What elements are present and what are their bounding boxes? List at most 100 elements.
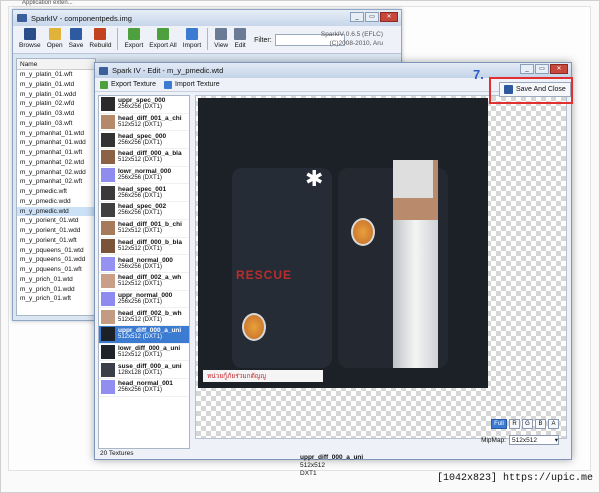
texture-dimensions: 512x512 (DXT1) xyxy=(118,281,163,288)
texture-list-item[interactable]: head_diff_001_a_chi 512x512 (DXT1) xyxy=(99,114,189,132)
texture-list-item[interactable]: head_spec_000 256x256 (DXT1) xyxy=(99,131,189,150)
browse-button[interactable]: Browse xyxy=(17,28,43,49)
export-icon xyxy=(127,28,140,40)
texture-list-item[interactable]: head_normal_001 256x256 (DXT1) xyxy=(99,379,189,397)
file-list-item[interactable]: m_y_platin_01.wtd xyxy=(17,80,95,90)
texture-dimensions: 256x256 (DXT1) xyxy=(118,263,163,270)
file-list-item[interactable]: m_y_prich_01.wft xyxy=(17,294,95,304)
texture-name: head_diff_002_a_wh xyxy=(118,274,182,282)
texture-thumbnail xyxy=(101,168,115,183)
mipmap-select[interactable]: 512x512 ▾ xyxy=(509,435,559,445)
edit-minimize-button[interactable]: _ xyxy=(520,64,534,74)
texture-dimensions: 512x512 (DXT1) xyxy=(118,351,163,358)
file-list-item[interactable]: m_y_platin_02.wfd xyxy=(17,99,95,109)
texture-list-item[interactable]: head_diff_000_b_bla 512x512 (DXT1) xyxy=(99,238,189,256)
mipmap-control: MipMap: 512x512 ▾ xyxy=(481,435,559,445)
file-list-item[interactable]: m_y_platin_01.wdd xyxy=(17,90,95,100)
texture-list-item[interactable]: head_normal_000 256x256 (DXT1) xyxy=(99,255,189,273)
channel-r-button[interactable]: R xyxy=(509,419,520,429)
edit-maximize-button[interactable]: ▭ xyxy=(535,64,549,74)
file-list-item[interactable]: m_y_pmanhat_02.wdd xyxy=(17,168,95,178)
rebuild-button[interactable]: Rebuild xyxy=(87,28,113,49)
minimize-button[interactable]: _ xyxy=(350,12,364,22)
file-list[interactable]: Name m_y_platin_01.wft m_y_platin_01.wtd m… xyxy=(16,58,96,316)
texture-list-item[interactable]: head_diff_000_a_bla 512x512 (DXT1) xyxy=(99,149,189,167)
file-list-item[interactable]: m_y_pmanhat_01.wdd xyxy=(17,138,95,148)
file-list-item[interactable]: m_y_pmedic.wft xyxy=(17,187,95,197)
texture-list-item[interactable]: lowr_diff_000_a_uni 512x512 (DXT1) xyxy=(99,344,189,362)
file-list-item[interactable]: m_y_platin_03.wtd xyxy=(17,109,95,119)
export-label: Export xyxy=(124,42,144,49)
version-line-1: SparkIV 0.6.5 (EFLC) xyxy=(320,31,383,38)
edit-close-button[interactable]: ✕ xyxy=(550,64,568,74)
open-button[interactable]: Open xyxy=(45,28,65,49)
file-list-item[interactable]: m_y_pmanhat_01.wft xyxy=(17,148,95,158)
texture-list-item[interactable]: head_diff_001_b_chi 512x512 (DXT1) xyxy=(99,220,189,238)
highlight-box xyxy=(489,77,573,104)
texture-name: head_spec_000 xyxy=(118,132,167,140)
texture-text: head_diff_002_a_wh 512x512 (DXT1) xyxy=(118,274,181,288)
file-list-item[interactable]: m_y_pmedic.wtd xyxy=(17,206,95,217)
file-list-item[interactable]: m_y_porient_01.wdd xyxy=(17,226,95,236)
channel-full-button[interactable]: Full xyxy=(491,419,507,429)
texture-list-item[interactable]: uppr_spec_000 256x256 (DXT1) xyxy=(99,96,189,114)
channel-b-button[interactable]: B xyxy=(535,419,546,429)
file-list-header-name[interactable]: Name xyxy=(17,59,95,70)
file-list-item[interactable]: m_y_pmanhat_01.wtd xyxy=(17,129,95,139)
texture-list-item[interactable]: suse_diff_000_a_uni 128x128 (DXT1) xyxy=(99,361,189,379)
channel-g-button[interactable]: G xyxy=(522,419,533,429)
file-list-item[interactable]: m_y_pmedic.wdd xyxy=(17,197,95,207)
export-button[interactable]: Export xyxy=(122,28,145,49)
file-list-item[interactable]: m_y_platin_01.wft xyxy=(17,70,95,80)
file-list-item[interactable]: m_y_pmanhat_02.wtd xyxy=(17,158,95,168)
texture-thumbnail xyxy=(101,115,115,130)
texture-list-item[interactable]: head_diff_002_a_wh 512x512 (DXT1) xyxy=(99,273,189,291)
texture-list-item[interactable]: uppr_normal_000 256x256 (DXT1) xyxy=(99,291,189,309)
file-list-item[interactable]: m_y_pmanhat_02.wft xyxy=(17,177,95,187)
texture-thumbnail xyxy=(101,238,115,253)
import-texture-button[interactable]: Import Texture xyxy=(164,80,220,89)
texture-edit-window: Spark IV - Edit - m_y_pmedic.wtd _ ▭ ✕ E… xyxy=(94,62,572,477)
file-list-item[interactable]: m_y_platin_03.wft xyxy=(17,119,95,129)
texture-text: head_spec_001 256x256 (DXT1) xyxy=(118,186,166,200)
export-texture-button[interactable]: Export Texture xyxy=(100,80,156,89)
edit-button[interactable]: Edit xyxy=(232,28,248,49)
import-button[interactable]: Import xyxy=(181,28,203,49)
texture-dimensions: 512x512 (DXT1) xyxy=(118,157,163,164)
view-button[interactable]: View xyxy=(212,28,230,49)
texture-thumbnail xyxy=(101,327,115,342)
file-list-item[interactable]: m_y_prich_01.wdd xyxy=(17,285,95,295)
file-list-item[interactable]: m_y_pqueens_01.wtd xyxy=(17,246,95,256)
maximize-button[interactable]: ▭ xyxy=(365,12,379,22)
texture-list[interactable]: uppr_spec_000 256x256 (DXT1) head_diff_001… xyxy=(98,95,190,449)
file-list-item[interactable]: m_y_porient_01.wft xyxy=(17,236,95,246)
file-list-item[interactable]: m_y_porient_01.wtd xyxy=(17,216,95,226)
channel-a-button[interactable]: A xyxy=(548,419,559,429)
texture-text: uppr_spec_000 256x256 (DXT1) xyxy=(118,97,165,111)
mipmap-label: MipMap: xyxy=(481,436,506,444)
file-list-item[interactable]: m_y_pqueens_01.wft xyxy=(17,265,95,275)
edit-window-titlebar[interactable]: Spark IV - Edit - m_y_pmedic.wtd xyxy=(95,63,571,78)
texture-list-item[interactable]: uppr_diff_000_a_uni 512x512 (DXT1) xyxy=(99,325,189,344)
file-list-item[interactable]: m_y_prich_01.wtd xyxy=(17,275,95,285)
texture-thumbnail xyxy=(101,291,115,306)
texture-text: head_spec_002 256x256 (DXT1) xyxy=(118,203,166,217)
background-app-label: Application exten... xyxy=(22,0,73,6)
texture-list-item[interactable]: head_spec_002 256x256 (DXT1) xyxy=(99,202,189,220)
texture-thumbnail xyxy=(101,132,115,147)
edit-window-controls: _ ▭ ✕ xyxy=(520,64,568,74)
texture-list-item[interactable]: head_diff_002_b_wh 512x512 (DXT1) xyxy=(99,308,189,326)
texture-text: uppr_normal_000 256x256 (DXT1) xyxy=(118,292,172,306)
texture-list-item[interactable]: head_spec_001 256x256 (DXT1) xyxy=(99,184,189,203)
texture-text: suse_diff_000_a_uni 128x128 (DXT1) xyxy=(118,363,182,377)
close-button[interactable]: ✕ xyxy=(380,12,398,22)
thai-text-strip: หน่วยกู้ภัยร่วมกตัญญู xyxy=(203,370,323,382)
rebuild-icon xyxy=(94,28,107,40)
save-button[interactable]: Save xyxy=(67,28,86,49)
export-all-button[interactable]: Export All xyxy=(147,28,178,49)
browse-label: Browse xyxy=(19,42,41,49)
main-window-titlebar[interactable]: SparkIV - componentpeds.img xyxy=(13,10,401,26)
texture-image: ✱ RESCUE หน่วยกู้ภัยร่วมกตัญญู xyxy=(198,98,488,388)
texture-list-item[interactable]: lowr_normal_000 256x256 (DXT1) xyxy=(99,167,189,185)
file-list-item[interactable]: m_y_pqueens_01.wdd xyxy=(17,255,95,265)
